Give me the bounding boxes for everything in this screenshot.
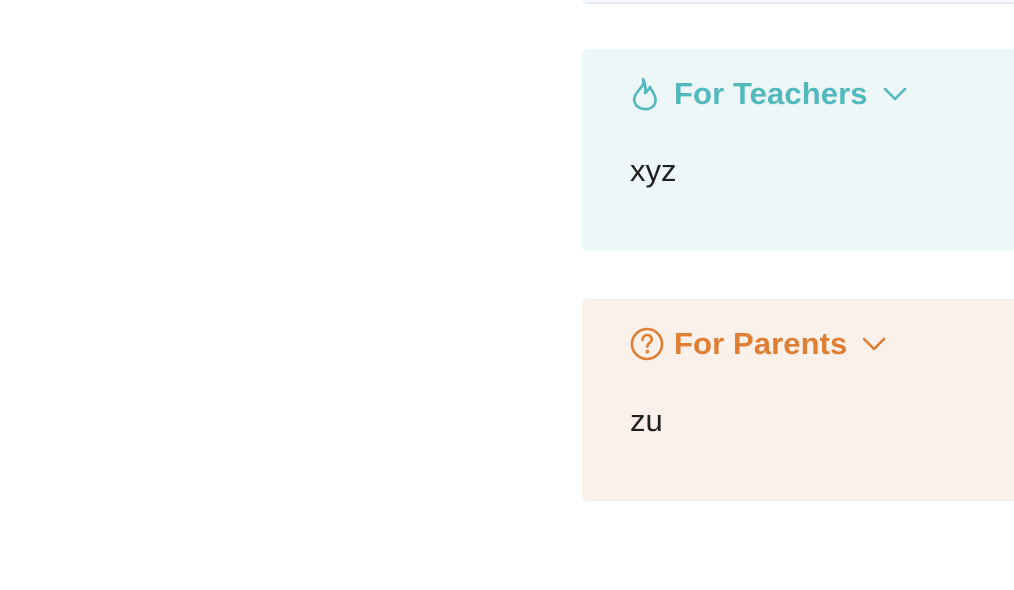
callout-body: xyz [630,153,677,188]
chevron-down-icon[interactable] [861,331,887,357]
callout-for-teachers: For Teachers xyz [582,49,1014,251]
callout-header-parents[interactable]: For Parents [630,325,887,363]
callout-title: For Teachers [674,76,868,111]
callout-for-parents: For Parents zu [582,299,1014,501]
question-circle-icon [630,326,664,362]
callout-header-teachers[interactable]: For Teachers [630,75,908,113]
chevron-down-icon[interactable] [882,81,908,107]
page: For Teachers xyz For Parents zu [0,0,1014,590]
previous-callout-edge [582,0,1014,4]
flame-icon [630,76,664,112]
callout-body: zu [630,403,663,438]
callout-title: For Parents [674,326,848,361]
